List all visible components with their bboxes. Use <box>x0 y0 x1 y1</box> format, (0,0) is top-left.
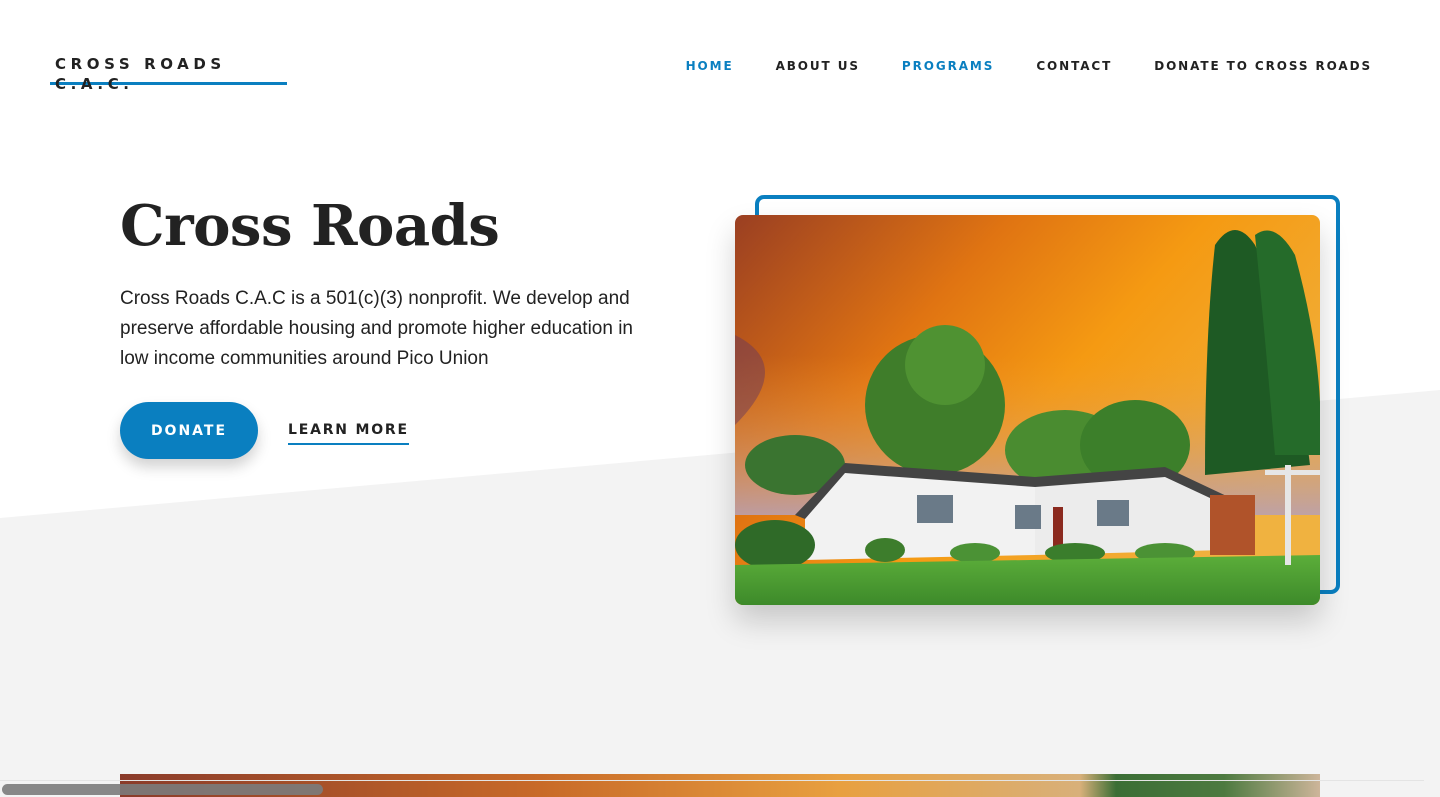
scrollbar-thumb[interactable] <box>2 784 323 795</box>
site-logo[interactable]: CROSS ROADS C.A.C. <box>50 54 287 93</box>
horizontal-scrollbar[interactable] <box>0 780 1424 797</box>
hero-description: Cross Roads C.A.C is a 501(c)(3) nonprof… <box>120 288 633 369</box>
hero-title: Cross Roads <box>120 193 500 259</box>
main-nav: HOME ABOUT US PROGRAMS CONTACT DONATE TO… <box>644 58 1372 74</box>
site-header: CROSS ROADS C.A.C. HOME ABOUT US PROGRAM… <box>0 0 1440 110</box>
learn-more-link[interactable]: LEARN MORE <box>288 421 409 445</box>
nav-home[interactable]: HOME <box>686 58 734 74</box>
nav-donate-to-cross-roads[interactable]: DONATE TO CROSS ROADS <box>1154 58 1372 74</box>
scrollbar-track <box>0 780 1424 781</box>
nav-programs[interactable]: PROGRAMS <box>902 58 994 74</box>
nav-contact[interactable]: CONTACT <box>1036 58 1112 74</box>
nav-about-us[interactable]: ABOUT US <box>776 58 860 74</box>
donate-button[interactable]: DONATE <box>120 402 258 459</box>
house-photo <box>735 215 1320 605</box>
